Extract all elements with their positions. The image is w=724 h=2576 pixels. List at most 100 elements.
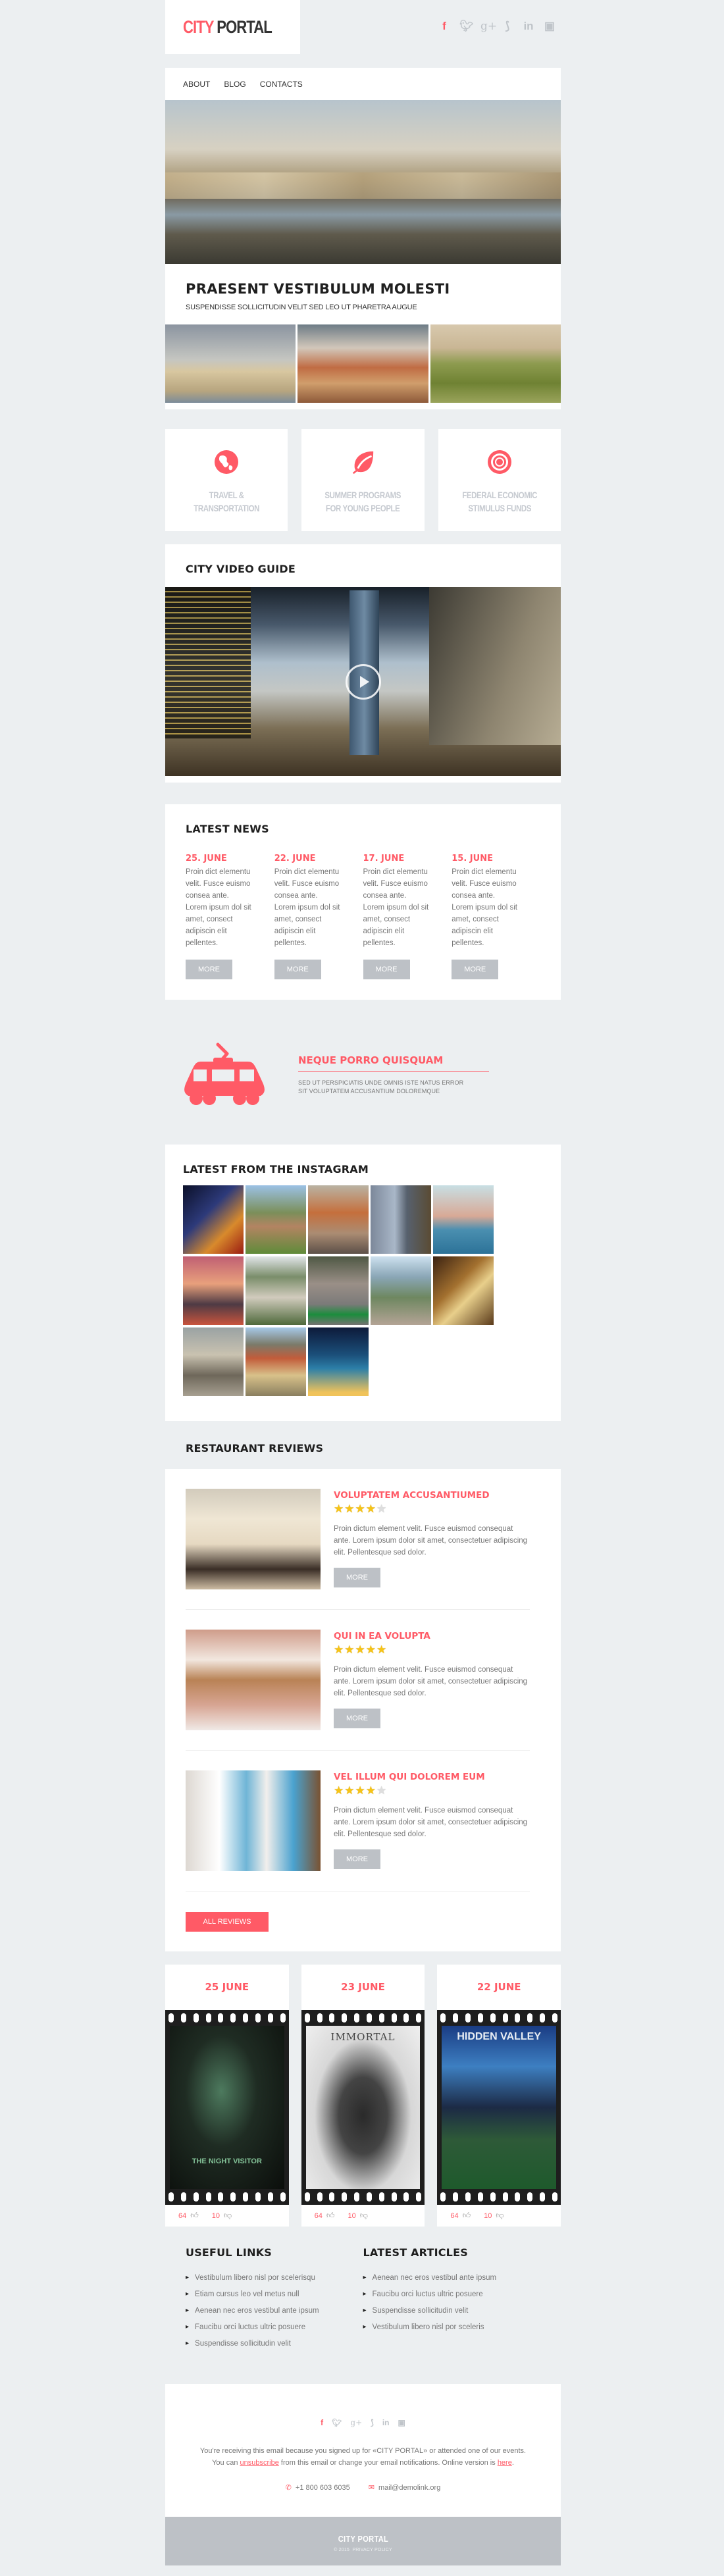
instagram-section: LATEST FROM THE INSTAGRAM: [165, 1145, 561, 1421]
news-date: 25. JUNE: [186, 854, 227, 863]
useful-link[interactable]: Etiam cursus leo vel metus null: [186, 2286, 363, 2302]
instagram-photo[interactable]: [183, 1256, 244, 1325]
play-icon[interactable]: [345, 663, 381, 700]
review-title: VEL ILLUM QUI DOLOREM EUM: [334, 1772, 485, 1782]
review-text: Proin dictum element velit. Fusce euismo…: [334, 1807, 528, 1838]
useful-link[interactable]: Vestibulum libero nisl por scelerisqu: [186, 2269, 363, 2286]
more-button[interactable]: MORE: [334, 1709, 380, 1728]
twitter-icon[interactable]: 🐦︎: [332, 2418, 342, 2427]
instagram-photo[interactable]: [371, 1256, 431, 1325]
instagram-photo[interactable]: [246, 1256, 306, 1325]
footer-text: You can: [212, 2459, 240, 2467]
review-text: Proin dictum element velit. Fusce euismo…: [334, 1666, 528, 1697]
online-version-link[interactable]: here: [498, 2459, 512, 2467]
likes[interactable]: 64 👍︎: [315, 2211, 335, 2221]
star-rating: ★ ★ ★ ★ ★: [334, 1503, 531, 1515]
movies-section: 25 JUNE THE NIGHT VISITOR 64 👍︎ 10 👎︎ 23 J…: [165, 1965, 561, 2227]
news-date: 17. JUNE: [363, 854, 405, 863]
feature-stimulus-funds[interactable]: FEDERAL ECONOMIC STIMULUS FUNDS: [438, 429, 561, 531]
feature-travel[interactable]: TRAVEL & TRANSPORTATION: [165, 429, 288, 531]
instagram-photo[interactable]: [371, 1185, 431, 1254]
instagram-icon[interactable]: ▣: [398, 2418, 405, 2427]
unsubscribe-link[interactable]: unsubscribe: [240, 2459, 279, 2467]
google-plus-icon[interactable]: g+: [350, 2418, 362, 2427]
star-filled-icon: ★: [355, 1503, 365, 1515]
thumbnail-image[interactable]: [430, 324, 561, 403]
facebook-icon[interactable]: f: [321, 2418, 323, 2427]
review-title: VOLUPTATEM ACCUSANTIUMED: [334, 1490, 490, 1501]
nav-contacts[interactable]: CONTACTS: [260, 80, 303, 89]
likes[interactable]: 64 👍︎: [450, 2211, 471, 2221]
article-link[interactable]: Suspendisse sollicitudin velit: [363, 2302, 541, 2319]
star-empty-icon: ★: [376, 1784, 387, 1797]
rss-icon[interactable]: ⟆: [502, 20, 513, 33]
restaurant-photo[interactable]: [186, 1770, 321, 1871]
movie-poster[interactable]: IMMORTAL: [305, 2026, 421, 2189]
instagram-photo[interactable]: [308, 1185, 369, 1254]
likes[interactable]: 64 👍︎: [178, 2211, 199, 2221]
facebook-icon[interactable]: f: [438, 20, 450, 33]
nav-about[interactable]: ABOUT: [183, 80, 210, 89]
footer: f 🐦︎ g+ ⟆ in ▣ You're receiving this ema…: [165, 2384, 561, 2517]
instagram-photo[interactable]: [433, 1256, 494, 1325]
useful-link[interactable]: Faucibu orci luctus ultric posuere: [186, 2319, 363, 2335]
article-link[interactable]: Vestibulum libero nisl por sceleris: [363, 2319, 541, 2335]
restaurants-title: RESTAURANT REVIEWS: [186, 1442, 324, 1455]
nav-blog[interactable]: BLOG: [224, 80, 246, 89]
linkedin-icon[interactable]: in: [523, 20, 534, 33]
linkedin-icon[interactable]: in: [382, 2418, 390, 2427]
feature-label: TRANSPORTATION: [194, 503, 260, 513]
all-reviews-button[interactable]: ALL REVIEWS: [186, 1912, 269, 1932]
instagram-photo[interactable]: [308, 1327, 369, 1396]
movie-poster[interactable]: HIDDEN VALLEY: [442, 2026, 557, 2189]
restaurant-photo[interactable]: [186, 1489, 321, 1589]
instagram-photo[interactable]: [183, 1327, 244, 1396]
phone-number: +1 800 603 6035: [295, 2484, 350, 2492]
news-section: LATEST NEWS 25. JUNE Proin dict elementu…: [165, 804, 561, 1000]
thumbnail-image[interactable]: [297, 324, 428, 403]
more-button[interactable]: MORE: [363, 960, 410, 979]
rss-icon[interactable]: ⟆: [371, 2418, 374, 2427]
useful-link[interactable]: Suspendisse sollicitudin velit: [186, 2335, 363, 2352]
thumbs-down-icon: 👎︎: [496, 2211, 504, 2220]
restaurant-photo[interactable]: [186, 1630, 321, 1730]
footer-email[interactable]: ✉ mail@demolink.org: [369, 2483, 441, 2492]
instagram-photo[interactable]: [246, 1185, 306, 1254]
promo-banner: NEQUE PORRO QUISQUAM SED UT PERSPICIATIS…: [165, 1026, 561, 1118]
more-button[interactable]: MORE: [334, 1568, 380, 1587]
likes-count: 64: [178, 2211, 187, 2220]
feature-summer-programs[interactable]: SUMMER PROGRAMS FOR YOUNG PEOPLE: [301, 429, 425, 531]
instagram-photo[interactable]: [308, 1256, 369, 1325]
instagram-photo[interactable]: [433, 1185, 494, 1254]
phone-icon: ✆: [285, 2484, 292, 2492]
more-button[interactable]: MORE: [452, 960, 499, 979]
movie-poster[interactable]: THE NIGHT VISITOR: [170, 2026, 284, 2189]
film-strip: THE NIGHT VISITOR: [165, 2010, 289, 2205]
instagram-photo[interactable]: [246, 1327, 306, 1396]
twitter-icon[interactable]: 🐦︎: [459, 20, 474, 33]
instagram-icon[interactable]: ▣: [544, 20, 556, 33]
review-text: Proin dictum element velit. Fusce euismo…: [334, 1525, 528, 1557]
star-empty-icon: ★: [376, 1503, 387, 1515]
movie-date: 25 JUNE: [205, 1981, 249, 1993]
more-button[interactable]: MORE: [274, 960, 321, 979]
dislikes[interactable]: 10 👎︎: [348, 2211, 367, 2221]
video-thumbnail[interactable]: [165, 587, 561, 776]
google-plus-icon[interactable]: g+: [480, 20, 497, 33]
dislikes[interactable]: 10 👎︎: [484, 2211, 504, 2221]
news-date: 15. JUNE: [452, 854, 493, 863]
logo[interactable]: CITY PORTAL: [165, 0, 300, 54]
instagram-photo[interactable]: [183, 1185, 244, 1254]
useful-links: USEFUL LINKS Vestibulum libero nisl por …: [186, 2246, 363, 2375]
news-text: Proin dict elementu velit. Fusce euismo …: [274, 868, 340, 947]
dislikes[interactable]: 10 👎︎: [212, 2211, 232, 2221]
article-link[interactable]: Aenean nec eros vestibul ante ipsum: [363, 2269, 541, 2286]
footer-phone[interactable]: ✆ +1 800 603 6035: [286, 2483, 350, 2492]
privacy-policy-link[interactable]: PRIVACY POLICY: [352, 2548, 392, 2552]
target-icon: [486, 449, 513, 475]
article-link[interactable]: Faucibu orci luctus ultric posuere: [363, 2286, 541, 2302]
thumbnail-image[interactable]: [165, 324, 296, 403]
more-button[interactable]: MORE: [186, 960, 232, 979]
more-button[interactable]: MORE: [334, 1849, 380, 1869]
useful-link[interactable]: Aenean nec eros vestibul ante ipsum: [186, 2302, 363, 2319]
